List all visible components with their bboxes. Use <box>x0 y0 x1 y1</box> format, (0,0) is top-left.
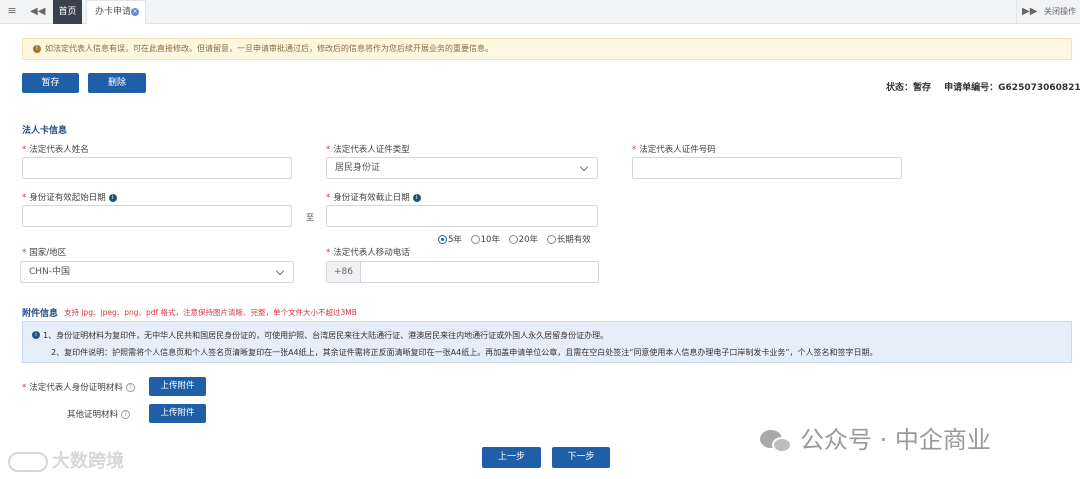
radio-unchecked-icon <box>470 235 480 244</box>
required-mark: * <box>632 145 637 155</box>
rep-id-type-label: * 法定代表人证件类型 <box>326 143 410 155</box>
attachment-format-note: 支持 jpg、jpeg、png、pdf 格式，注意保持图片清晰、完整，单个文件大… <box>64 308 357 317</box>
tabbar-divider <box>1016 0 1017 24</box>
info-icon: i <box>32 331 40 339</box>
required-mark: * <box>326 248 331 258</box>
wechat-icon <box>760 428 794 454</box>
info-icon[interactable]: i <box>108 193 117 202</box>
upload-other-button[interactable]: 上传附件 <box>149 404 206 423</box>
rep-id-number-label: * 法定代表人证件号码 <box>632 143 716 155</box>
tab-bar: ≡ ◀◀ 首页 办卡申请 × ▶▶ 关闭操作 <box>0 0 1080 24</box>
required-mark: * <box>22 248 27 258</box>
tab-home[interactable]: 首页 <box>53 0 82 24</box>
radio-checked-icon <box>438 235 447 244</box>
validity-radio-10y[interactable]: 10年 <box>470 233 500 245</box>
attachment-info-line-1: 1、身份证明材料为复印件，无中华人民共和国居民身份证的，可使用护照、台湾居民来往… <box>43 331 609 340</box>
status-state: 状态：暂存 <box>886 83 932 93</box>
tab-close-icon[interactable]: × <box>131 8 139 16</box>
country-label: * 国家/地区 <box>22 246 66 258</box>
validity-radio-5y[interactable]: 5年 <box>438 233 462 245</box>
application-status: 状态：暂存 申请单编号：G625073060821 <box>886 80 1080 93</box>
id-start-date-input[interactable] <box>22 205 292 227</box>
other-material-label: 其他证明材料? <box>67 408 131 420</box>
rep-phone-label: * 法定代表人移动电话 <box>326 246 410 258</box>
country-label-text: 国家/地区 <box>29 248 67 258</box>
validity-period-radio-group: 5年 10年 20年 长期有效 <box>438 233 597 245</box>
other-material-label-text: 其他证明材料 <box>67 410 119 420</box>
required-mark: * <box>326 145 331 155</box>
rep-id-number-input[interactable] <box>632 157 902 179</box>
required-mark: * <box>326 193 331 203</box>
radio-unchecked-icon <box>546 235 556 244</box>
delete-button[interactable]: 删除 <box>88 73 146 93</box>
validity-radio-label: 5年 <box>448 235 462 245</box>
phone-country-code: +86 <box>327 262 361 282</box>
rep-phone-label-text: 法定代表人移动电话 <box>333 248 410 258</box>
id-start-date-label: * 身份证有效起始日期 i <box>22 191 117 203</box>
tab-scroll-right-icon[interactable]: ▶▶ <box>1022 5 1037 19</box>
validity-radio-label: 长期有效 <box>556 235 591 245</box>
previous-step-button[interactable]: 上一步 <box>482 447 541 468</box>
id-end-date-label: * 身份证有效截止日期 i <box>326 191 421 203</box>
rep-phone-field[interactable]: +86 <box>326 261 599 283</box>
validity-radio-20y[interactable]: 20年 <box>508 233 538 245</box>
required-mark: * <box>22 193 27 203</box>
tab-scroll-left-icon[interactable]: ◀◀ <box>30 5 45 19</box>
application-number: 申请单编号：G625073060821 <box>944 83 1080 93</box>
info-icon[interactable]: i <box>412 193 421 202</box>
watermark-logo-icon <box>8 452 48 472</box>
validity-radio-label: 20年 <box>518 235 538 245</box>
warning-banner: ! 如法定代表人信息有误，可在此直接修改。但请留意，一旦申请审批通过后，修改后的信… <box>22 38 1072 60</box>
rep-id-type-label-text: 法定代表人证件类型 <box>333 145 410 155</box>
attachment-info-box: i 1、身份证明材料为复印件，无中华人民共和国居民身份证的，可使用护照、台湾居民… <box>22 321 1072 363</box>
watermark-left: 大数跨境 <box>8 447 124 473</box>
legal-card-section-title: 法人卡信息 <box>22 126 68 136</box>
attachment-info-line-2: 2、复印件说明：护照需将个人信息页和个人签名页清晰复印在一张A4纸上，其余证件需… <box>51 348 878 357</box>
id-start-date-label-text: 身份证有效起始日期 <box>29 193 106 203</box>
menu-icon[interactable]: ≡ <box>6 5 18 17</box>
close-operations-button[interactable]: 关闭操作 <box>1044 0 1076 24</box>
required-mark: * <box>22 383 27 393</box>
tab-card-application-label: 办卡申请 <box>95 7 132 17</box>
rep-name-label-text: 法定代表人姓名 <box>29 145 89 155</box>
watermark-left-text: 大数跨境 <box>52 451 124 472</box>
save-draft-button[interactable]: 暂存 <box>22 73 79 93</box>
help-icon[interactable]: ? <box>125 383 135 392</box>
attachment-section-title: 附件信息 <box>22 309 59 319</box>
required-mark: * <box>22 145 27 155</box>
validity-radio-label: 10年 <box>480 235 500 245</box>
help-icon[interactable]: ? <box>121 410 131 419</box>
rep-name-input[interactable] <box>22 157 292 179</box>
watermark-right: 公众号 · 中企商业 <box>760 420 991 455</box>
rep-name-label: * 法定代表人姓名 <box>22 143 89 155</box>
id-end-date-label-text: 身份证有效截止日期 <box>333 193 410 203</box>
legal-id-material-label-text: 法定代表人身份证明材料 <box>29 383 123 393</box>
legal-id-material-label: * 法定代表人身份证明材料? <box>22 381 135 393</box>
warning-text: 如法定代表人信息有误，可在此直接修改。但请留意，一旦申请审批通过后，修改后的信息… <box>45 44 493 53</box>
rep-id-number-label-text: 法定代表人证件号码 <box>639 145 716 155</box>
warning-icon: ! <box>33 44 41 53</box>
next-step-button[interactable]: 下一步 <box>552 447 610 468</box>
radio-unchecked-icon <box>508 235 518 244</box>
rep-id-type-select[interactable]: 居民身份证 <box>326 157 598 179</box>
upload-legal-id-button[interactable]: 上传附件 <box>149 377 206 396</box>
watermark-right-text: 公众号 · 中企商业 <box>800 426 991 454</box>
date-range-separator: 至 <box>306 213 314 222</box>
id-end-date-input[interactable] <box>326 205 598 227</box>
country-select[interactable]: CHN-中国 <box>20 261 294 283</box>
validity-radio-permanent[interactable]: 长期有效 <box>546 233 591 245</box>
